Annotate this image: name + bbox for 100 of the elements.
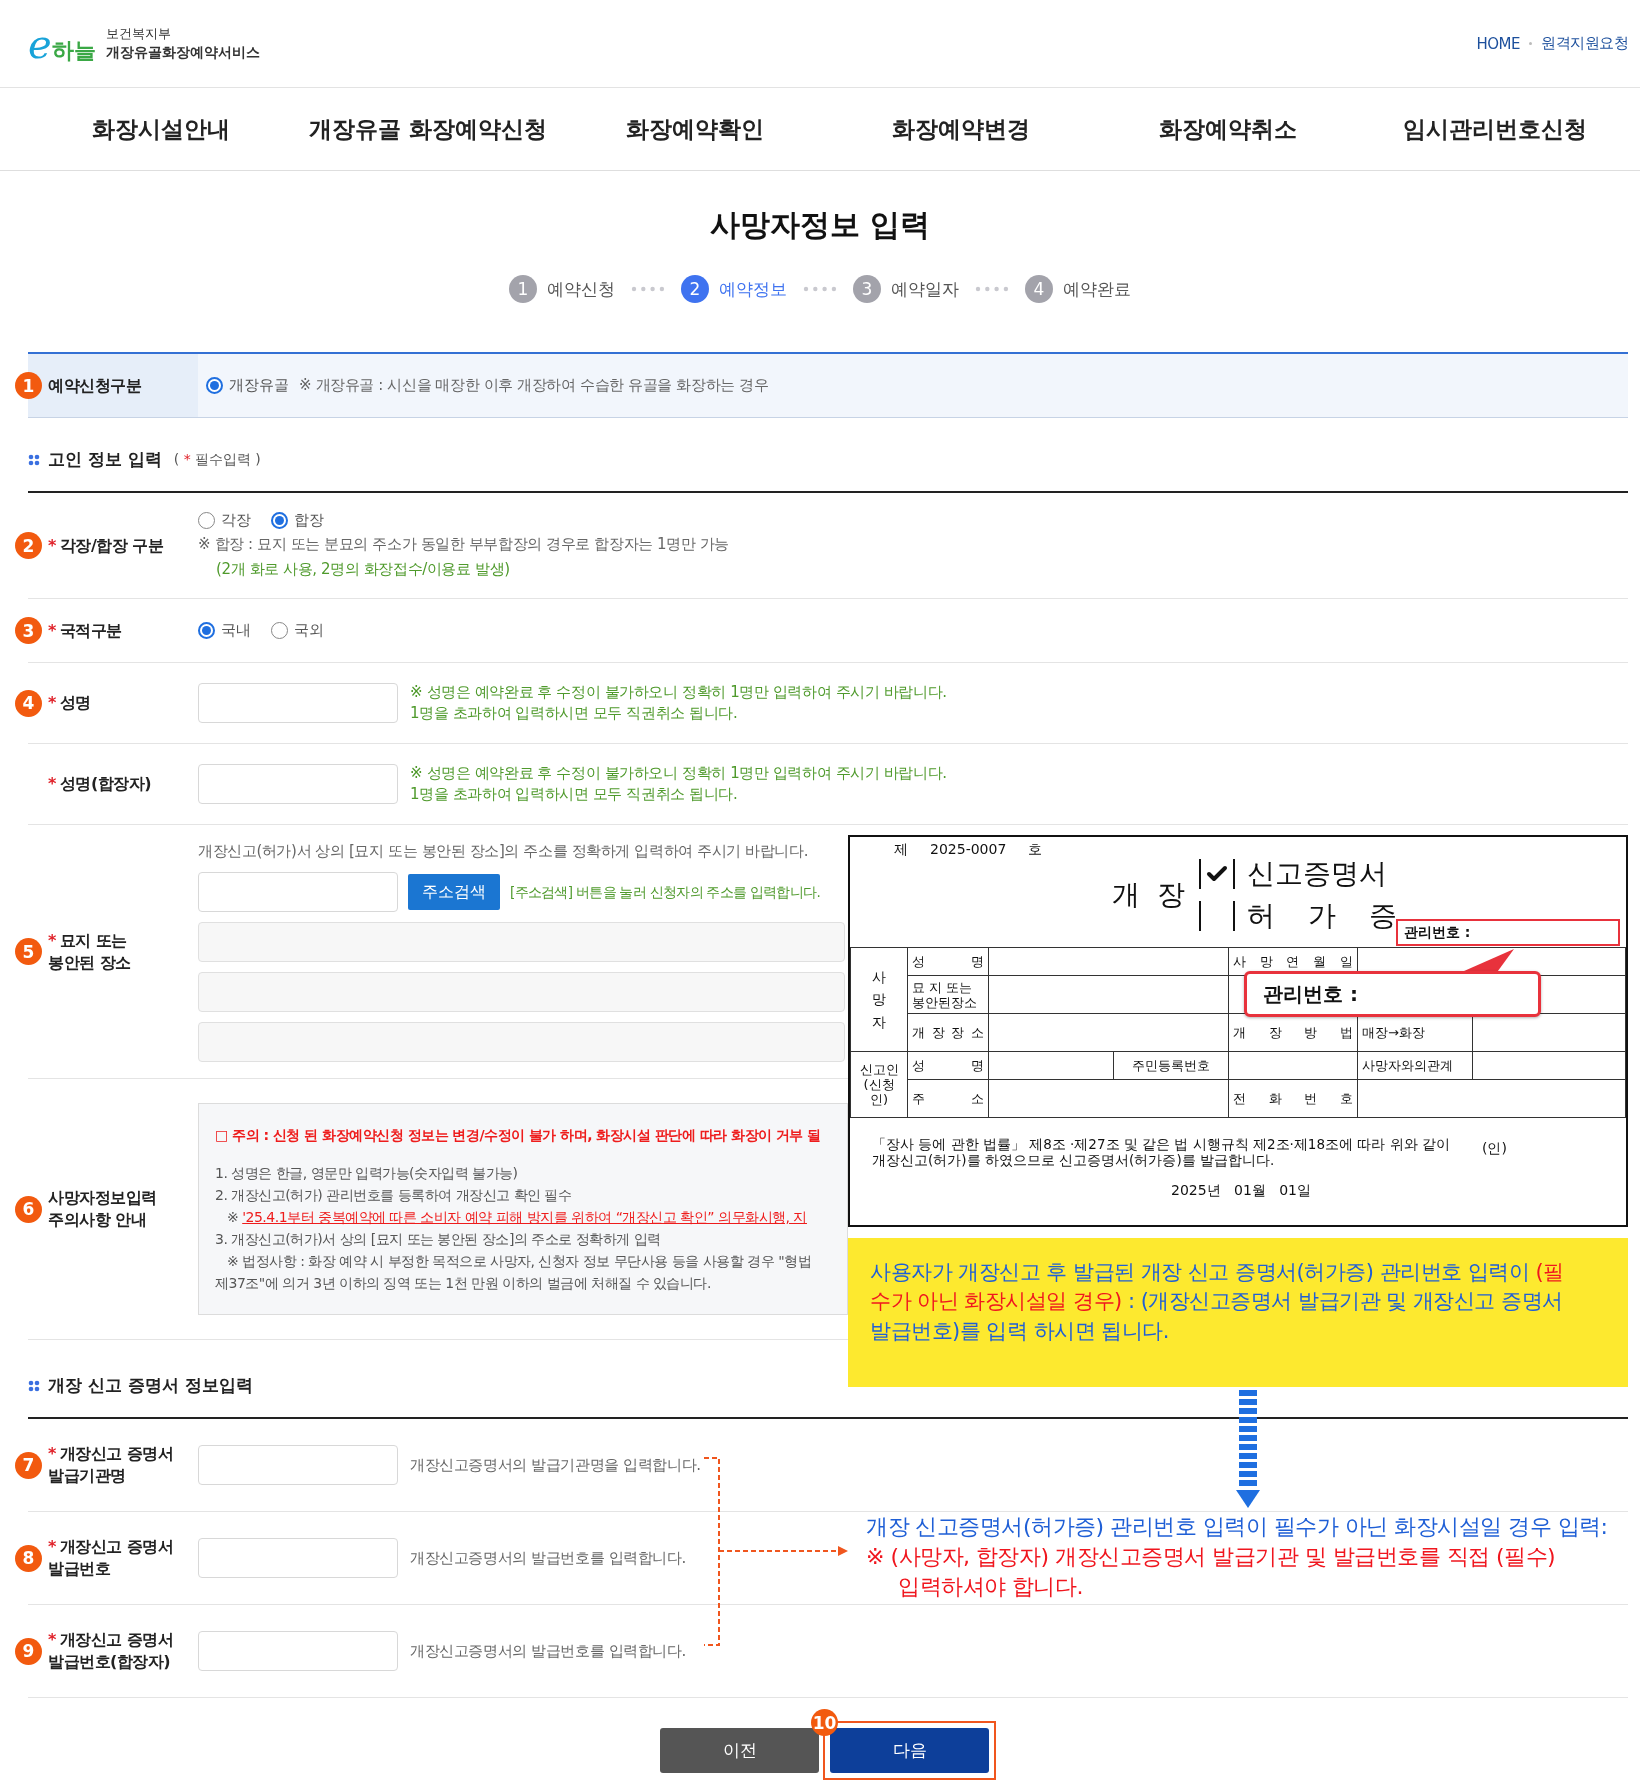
nav-item[interactable]: 화장시설안내 xyxy=(92,113,231,145)
document-type: 허 가 증 xyxy=(1246,898,1397,934)
text-input[interactable] xyxy=(198,1538,398,1578)
field-label: * 성명 xyxy=(48,692,91,714)
required-hint: ( * 필수입력 ) xyxy=(173,450,261,469)
text-input[interactable] xyxy=(198,683,398,723)
text-input[interactable] xyxy=(198,764,398,804)
document-type: 신고증명서 xyxy=(1246,856,1388,892)
number-badge: 2 xyxy=(15,532,42,559)
hint-text: 개장신고증명서의 발급기관명을 입력합니다. xyxy=(410,1455,701,1475)
radio-label[interactable]: 개장유골 xyxy=(229,376,289,395)
step-label: 예약정보 xyxy=(719,277,787,301)
field-label: * 묘지 또는 봉안된 장소 xyxy=(48,929,131,974)
notice-text: ※ 법정사항 : 화장 예약 시 부정한 목적으로 사망자, 신청자 정보 무단사용 등을 사용할 경우 "형법 xyxy=(226,1252,813,1271)
hint-text: 개장신고증명서의 발급번호를 입력합니다. xyxy=(410,1548,686,1568)
document-number: 제 2025-0007 호 xyxy=(894,841,1044,859)
step-number: 1 xyxy=(509,275,537,303)
table-cell: 개 장 장 소 xyxy=(912,1025,984,1040)
callout-text: ※ (사망자, 합장자) 개장신고증명서 발급기관 및 발급번호를 직접 (필수) xyxy=(866,1543,1557,1571)
radio-label[interactable]: 합장 xyxy=(294,511,324,530)
field-label: * 각장/합장 구분 xyxy=(48,534,164,557)
text-input[interactable] xyxy=(198,1445,398,1485)
number-badge: 3 xyxy=(15,617,42,644)
dots-icon xyxy=(28,453,40,466)
number-badge: 9 xyxy=(15,1637,42,1665)
step-label: 예약일자 xyxy=(891,277,959,301)
address-search-button[interactable]: 주소검색 xyxy=(408,874,500,910)
radio-button[interactable] xyxy=(271,622,288,639)
table-cell: 전 화 번 호 xyxy=(1233,1091,1353,1106)
radio-button[interactable] xyxy=(271,512,288,529)
nav-item[interactable]: 임시관리번호신청 xyxy=(1402,113,1587,145)
notice-text: 1. 성명은 한글, 영문만 입력가능(숫자입력 불가능) xyxy=(215,1164,519,1183)
table-cell: 주 소 xyxy=(912,1091,984,1106)
address-field[interactable] xyxy=(198,922,845,962)
number-badge: 7 xyxy=(15,1451,42,1479)
address-field[interactable] xyxy=(198,1022,845,1062)
table-cell-text: 매장→화장 xyxy=(1362,1025,1426,1040)
nav-item[interactable]: 개장유골 화장예약신청 xyxy=(309,113,547,145)
dots-icon xyxy=(28,1379,40,1392)
radio-label[interactable]: 국내 xyxy=(221,621,251,640)
top-link[interactable]: 원격지원요청 xyxy=(1541,34,1628,53)
ministry-name: 보건복지부 xyxy=(105,25,172,43)
radio-button[interactable] xyxy=(198,512,215,529)
table-cell: 개 장 방 법 xyxy=(1233,1025,1353,1040)
hint-text: 1명을 초과하여 입력하시면 모두 직권취소 됩니다. xyxy=(410,784,739,805)
radio-label[interactable]: 각장 xyxy=(221,511,251,530)
hint-text: [주소검색] 버튼을 눌러 신청자의 주소를 입력합니다. xyxy=(510,882,820,902)
number-badge: 6 xyxy=(15,1195,42,1223)
field-label: 예약신청구분 xyxy=(48,374,141,397)
notice-text: 제37조"에 의거 3년 이하의 징역 또는 1천 만원 이하의 벌금에 처해질 수 있습니다. xyxy=(215,1274,712,1293)
notice-text: 2. 개장신고(허가) 관리번호를 등록하여 개장신고 확인 필수 xyxy=(215,1186,573,1205)
address-field[interactable] xyxy=(198,972,845,1012)
step-dots-icon xyxy=(975,286,1009,292)
number-badge: 5 xyxy=(15,938,42,965)
step-label: 예약신청 xyxy=(547,277,615,301)
step-number: 3 xyxy=(853,275,881,303)
radio-button[interactable] xyxy=(198,622,215,639)
management-number-label: 관리번호 : xyxy=(1396,919,1620,946)
next-button[interactable]: 다음 xyxy=(830,1728,989,1773)
table-cell-text: 묘 지 또는 봉안된장소 xyxy=(912,979,978,1010)
warning-text: □ 주의 : 신청 된 화장예약신청 정보는 변경/수정이 불가 하며, 화장시설 판단에 따라 화장이 거부 될 xyxy=(215,1126,822,1145)
hint-text: ※ 성명은 예약완료 후 수정이 불가하오니 정확히 1명만 입력하여 주시기 바랍니다. xyxy=(410,682,947,703)
management-number-callout: 관리번호 : xyxy=(1244,971,1541,1017)
field-label: * 성명(합장자) xyxy=(48,773,151,795)
note-text: (2개 화로 사용, 2명의 화장접수/이용료 발생) xyxy=(215,559,511,580)
hint-text: ※ 성명은 예약완료 후 수정이 불가하오니 정확히 1명만 입력하여 주시기 바랍니다. xyxy=(410,763,947,784)
previous-button[interactable]: 이전 xyxy=(660,1728,819,1773)
nav-item[interactable]: 화장예약취소 xyxy=(1159,113,1297,145)
table-cell: 성 명 xyxy=(912,1058,984,1073)
field-label: * 개장신고 증명서 발급번호 xyxy=(48,1536,174,1580)
document-title: 개 장 xyxy=(1112,877,1189,913)
step-label: 예약완료 xyxy=(1063,277,1131,301)
field-label: * 국적구분 xyxy=(48,619,122,642)
number-badge: 8 xyxy=(15,1544,42,1572)
statement-text: 「장사 등에 관한 법률」 제8조 ·제27조 및 같은 법 시행규칙 제2조·제18조에 따라 위와 같이 개장신고(허가)를 하였으므로 신고증명서(허가증)를 발급합니다. xyxy=(872,1136,1451,1168)
section-title: 개장 신고 증명서 정보입력 xyxy=(48,1374,253,1397)
field-label: * 개장신고 증명서 발급기관명 xyxy=(48,1443,174,1487)
note-text: ※ 합장 : 묘지 또는 분묘의 주소가 동일한 부부합장의 경우로 합장자는 1명만 가능 xyxy=(198,534,730,555)
text-input[interactable] xyxy=(198,1631,398,1671)
text-input[interactable] xyxy=(198,872,398,912)
table-cell-text: 사망자와의관계 xyxy=(1362,1058,1454,1073)
callout-text: 개장 신고증명서(허가증) 관리번호 입력이 필수가 아닌 화장시설일 경우 입력: xyxy=(866,1513,1608,1541)
field-label: 사망자정보입력 주의사항 안내 xyxy=(48,1187,157,1231)
page-title: 사망자정보 입력 xyxy=(709,206,931,244)
number-badge: 4 xyxy=(15,689,42,717)
radio-label[interactable]: 국외 xyxy=(294,621,324,640)
table-cell-text: 사망자 xyxy=(872,967,886,1032)
step-number: 2 xyxy=(681,275,709,303)
step-dots-icon xyxy=(803,286,837,292)
table-cell-text: 신고인 (신청인) xyxy=(858,1062,900,1107)
nav-item[interactable]: 화장예약변경 xyxy=(892,113,1031,145)
note-text: ※ 개장유골 : 시신을 매장한 이후 개장하여 수습한 유골을 화장하는 경우 xyxy=(299,375,769,396)
notice-text: 3. 개장신고(허가)서 상의 [묘지 또는 봉안된 장소]의 주소로 정확하게 입력 xyxy=(215,1230,662,1249)
top-link[interactable]: HOME xyxy=(1476,34,1520,53)
issue-date: 2025년 01월 01일 xyxy=(1171,1182,1311,1200)
notice-text: ※ '25.4.1부터 중복예약에 따른 소비자 예약 피해 방지를 위하여 “개장신고 확인” 의무화시행, 지 xyxy=(226,1208,808,1227)
radio-button[interactable] xyxy=(206,377,223,394)
nav-item[interactable]: 화장예약확인 xyxy=(625,113,764,145)
seal-text: (인) xyxy=(1482,1140,1507,1158)
step-number: 4 xyxy=(1025,275,1053,303)
